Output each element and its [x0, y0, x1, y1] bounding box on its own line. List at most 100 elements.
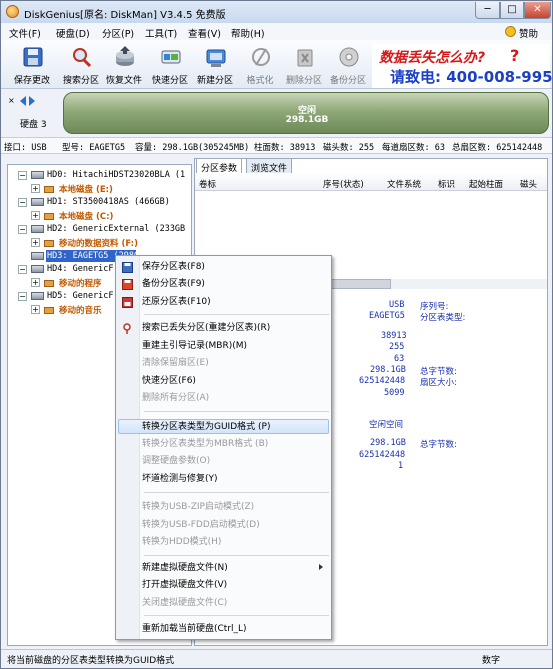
tree-node-hd0[interactable]: HD0: HitachiHDST23020BLA (1	[47, 170, 185, 180]
menu-view[interactable]: 查看(V)	[188, 26, 221, 40]
menu-convert-hdd[interactable]: 转换为HDD模式(H)	[142, 534, 221, 550]
menu-adjust-disk-params[interactable]: 调整硬盘参数(O)	[142, 453, 210, 469]
menu-clear-reserved-sectors[interactable]: 清除保留扇区(E)	[142, 355, 209, 371]
info-interface: 接口: USB	[4, 143, 47, 153]
tab-partition-params[interactable]: 分区参数	[196, 158, 243, 174]
new-partition-button[interactable]: 新建分区	[193, 42, 237, 86]
tree-expander[interactable]: −	[18, 225, 27, 234]
info-total-sectors: 总扇区数: 625142448	[452, 143, 543, 153]
backup-partition-button[interactable]: 备份分区	[326, 42, 370, 86]
ad-phone: 请致电: 400-008-9958	[390, 68, 553, 86]
menu-separator	[144, 411, 329, 412]
delete-partition-label: 删除分区	[285, 76, 322, 86]
disk-info-bar: 接口: USB 型号: EAGETG5 容量: 298.1GB(305245MB…	[1, 137, 552, 154]
disk-icon	[31, 171, 44, 179]
detail-free-bytes-label: 总字节数:	[420, 440, 457, 450]
disk-map-toggle[interactable]: ×	[8, 96, 15, 105]
title-bar[interactable]: DiskGenius[原名: DiskMan] V3.4.5 免费版 ─ □ ✕	[1, 1, 552, 23]
menu-tools[interactable]: 工具(T)	[145, 26, 177, 40]
menu-rebuild-mbr[interactable]: 重建主引导记录(MBR)(M)	[142, 338, 247, 354]
col-volume-label[interactable]: 卷标	[199, 178, 216, 190]
recover-file-icon	[116, 46, 134, 66]
minimize-button[interactable]: ─	[475, 2, 500, 19]
free-space-bar[interactable]: 空闲 298.1GB	[63, 92, 549, 134]
tree-node-hd4[interactable]: HD4: GenericF	[47, 264, 114, 274]
format-button[interactable]: 格式化	[238, 42, 282, 86]
prev-disk-icon[interactable]	[20, 96, 26, 106]
tab-browse-files[interactable]: 浏览文件	[246, 158, 293, 174]
delete-partition-button[interactable]: 删除分区	[282, 42, 326, 86]
status-numlock: 数字	[482, 656, 501, 666]
menu-restore-partition-table[interactable]: 还原分区表(F10)	[142, 294, 211, 310]
partition-icon	[44, 186, 54, 193]
col-flag[interactable]: 标识	[438, 178, 455, 190]
detail-heads-value: 255	[389, 342, 405, 352]
menu-search-lost-partitions[interactable]: 搜索已丢失分区(重建分区表)(R)	[142, 320, 270, 336]
save-icon	[23, 47, 43, 67]
tree-expander[interactable]: −	[18, 292, 27, 301]
disk-icon	[31, 252, 44, 260]
menu-convert-usb-zip[interactable]: 转换为USB-ZIP启动模式(Z)	[142, 499, 254, 515]
info-heads: 磁头数: 255	[323, 143, 375, 153]
menu-help[interactable]: 帮助(H)	[231, 26, 265, 40]
scrollbar-thumb[interactable]	[331, 279, 391, 289]
quick-partition-icon	[161, 50, 181, 64]
ad-banner[interactable]: 数据丢失怎么办? ? 请致电: 400-008-9958	[372, 44, 553, 88]
status-bar: 将当前磁盘的分区表类型转换为GUID格式 数字	[1, 649, 552, 668]
sponsor-link[interactable]: 赞助	[519, 26, 538, 40]
col-head[interactable]: 磁头	[520, 178, 537, 190]
menu-backup-partition-table[interactable]: 备份分区表(F9)	[142, 276, 205, 292]
tree-node-partition-c[interactable]: 本地磁盘 (C:)	[59, 210, 113, 222]
tree-node-partition-programs[interactable]: 移动的程序	[59, 277, 102, 289]
col-filesystem[interactable]: 文件系统	[387, 178, 421, 190]
menu-disk[interactable]: 硬盘(D)	[56, 26, 90, 40]
menu-new-virtual-disk[interactable]: 新建虚拟硬盘文件(N)	[142, 560, 228, 576]
tree-expander[interactable]: +	[31, 184, 40, 193]
menu-bar: 文件(F) 硬盘(D) 分区(P) 工具(T) 查看(V) 帮助(H) 赞助	[1, 23, 552, 40]
menu-separator	[144, 492, 329, 493]
col-start-cylinder[interactable]: 起始柱面	[469, 178, 503, 190]
menu-close-virtual-disk[interactable]: 关闭虚拟硬盘文件(C)	[142, 595, 227, 611]
partition-icon	[44, 240, 54, 247]
partition-icon	[44, 307, 54, 314]
tree-expander[interactable]: +	[31, 238, 40, 247]
tree-expander[interactable]: −	[18, 198, 27, 207]
menu-quick-partition[interactable]: 快速分区(F6)	[142, 373, 196, 389]
menu-separator	[144, 555, 329, 556]
next-disk-icon[interactable]	[29, 96, 35, 106]
menu-reload-disk[interactable]: 重新加载当前硬盘(Ctrl_L)	[142, 621, 247, 637]
new-partition-icon	[206, 49, 226, 67]
tree-expander[interactable]: +	[31, 305, 40, 314]
new-partition-label: 新建分区	[196, 76, 233, 86]
save-button[interactable]: 保存更改	[10, 42, 54, 86]
tree-expander[interactable]: −	[18, 171, 27, 180]
tree-expander[interactable]: −	[18, 265, 27, 274]
disk-icon	[31, 265, 44, 273]
search-partition-button[interactable]: 搜索分区	[59, 42, 103, 86]
tree-node-hd1[interactable]: HD1: ST3500418AS (466GB)	[47, 197, 170, 207]
recover-file-button[interactable]: 恢复文件	[102, 42, 146, 86]
tree-expander[interactable]: +	[31, 278, 40, 287]
tree-node-partition-e[interactable]: 本地磁盘 (E:)	[59, 183, 113, 195]
menu-convert-usb-fdd[interactable]: 转换为USB-FDD启动模式(D)	[142, 517, 260, 533]
menu-save-partition-table[interactable]: 保存分区表(F8)	[142, 259, 205, 275]
menu-file[interactable]: 文件(F)	[9, 26, 41, 40]
col-index-status[interactable]: 序号(状态)	[323, 178, 364, 190]
tree-node-hd2[interactable]: HD2: GenericExternal (233GB	[47, 224, 185, 234]
quick-partition-button[interactable]: 快速分区	[148, 42, 192, 86]
menu-partition[interactable]: 分区(P)	[102, 26, 134, 40]
tree-node-partition-f[interactable]: 移动的数据资料 (F:)	[59, 237, 138, 249]
disk-icon	[31, 225, 44, 233]
close-button[interactable]: ✕	[524, 2, 551, 19]
tree-node-hd5[interactable]: HD5: GenericF	[47, 291, 114, 301]
menu-bad-sector-check[interactable]: 坏道检测与修复(Y)	[142, 471, 218, 487]
app-icon	[6, 5, 19, 18]
menu-convert-to-guid[interactable]: 转换分区表类型为GUID格式 (P)	[142, 419, 270, 435]
detail-interface-value: USB	[389, 300, 405, 310]
menu-delete-all-partitions[interactable]: 删除所有分区(A)	[142, 390, 209, 406]
maximize-button[interactable]: □	[500, 2, 524, 19]
menu-convert-to-mbr[interactable]: 转换分区表类型为MBR格式 (B)	[142, 436, 268, 452]
tree-node-partition-music[interactable]: 移动的音乐	[59, 304, 102, 316]
tree-expander[interactable]: +	[31, 211, 40, 220]
menu-open-virtual-disk[interactable]: 打开虚拟硬盘文件(V)	[142, 577, 227, 593]
